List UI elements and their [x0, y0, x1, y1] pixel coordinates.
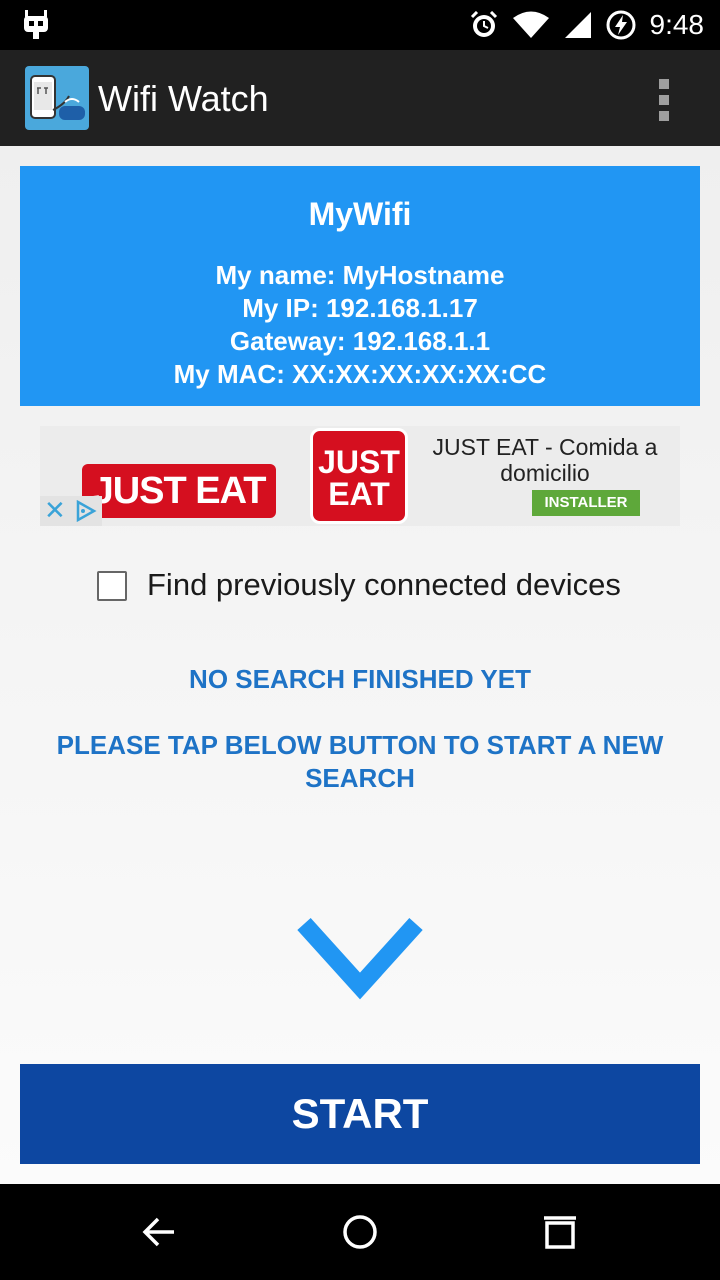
app-bar: Wifi Watch [0, 50, 720, 146]
mac-line: My MAC: XX:XX:XX:XX:XX:CC [173, 359, 547, 389]
home-icon[interactable] [336, 1208, 384, 1256]
ssid-label: MyWifi [308, 196, 412, 232]
find-previous-checkbox[interactable] [97, 571, 127, 601]
ad-logo-square-line2: EAT [328, 476, 390, 512]
navigation-bar [0, 1184, 720, 1280]
hostname-line: My name: MyHostname [215, 260, 505, 290]
search-status-line: NO SEARCH FINISHED YET [189, 664, 531, 694]
ad-title[interactable]: JUST EAT - Comida a domicilio [420, 434, 670, 486]
clock: 9:48 [649, 9, 705, 40]
alarm-icon [470, 11, 498, 39]
app-title: Wifi Watch [98, 78, 269, 119]
adchoices[interactable]: ✕ [40, 496, 102, 526]
recents-icon[interactable] [536, 1208, 584, 1256]
more-vert-icon[interactable] [652, 76, 676, 124]
search-instruction: PLEASE TAP BELOW BUTTON TO START A NEW S… [56, 730, 664, 793]
ad-logo-square[interactable]: JUST EAT [310, 428, 408, 524]
back-icon[interactable] [136, 1208, 184, 1256]
status-bar: 9:48 [0, 0, 720, 50]
gateway-line: Gateway: 192.168.1.1 [229, 326, 491, 356]
battery-charging-icon [606, 10, 636, 40]
wifi-watch-app-icon [25, 66, 89, 130]
adchoices-icon[interactable] [74, 500, 98, 522]
chevron-down-icon [297, 917, 423, 1000]
start-button[interactable]: START [20, 1064, 700, 1164]
network-info-card: MyWifi My name: MyHostname My IP: 192.16… [20, 166, 700, 406]
find-previous-label[interactable]: Find previously connected devices [147, 567, 621, 603]
cell-signal-icon [564, 11, 592, 39]
ad-install-button[interactable]: INSTALLER [532, 490, 640, 516]
ad-banner[interactable]: JUST EAT JUST EAT JUST EAT - Comida a do… [40, 426, 680, 526]
cyanogen-robot-icon [24, 10, 48, 39]
ad-logo-square-line1: JUST [318, 444, 400, 480]
wifi-signal-icon [512, 11, 550, 39]
close-x-icon[interactable]: ✕ [44, 496, 66, 526]
ad-logo-wide[interactable]: JUST EAT [82, 464, 276, 518]
ip-line: My IP: 192.168.1.17 [242, 293, 478, 323]
main-content: MyWifi My name: MyHostname My IP: 192.16… [0, 146, 720, 1184]
